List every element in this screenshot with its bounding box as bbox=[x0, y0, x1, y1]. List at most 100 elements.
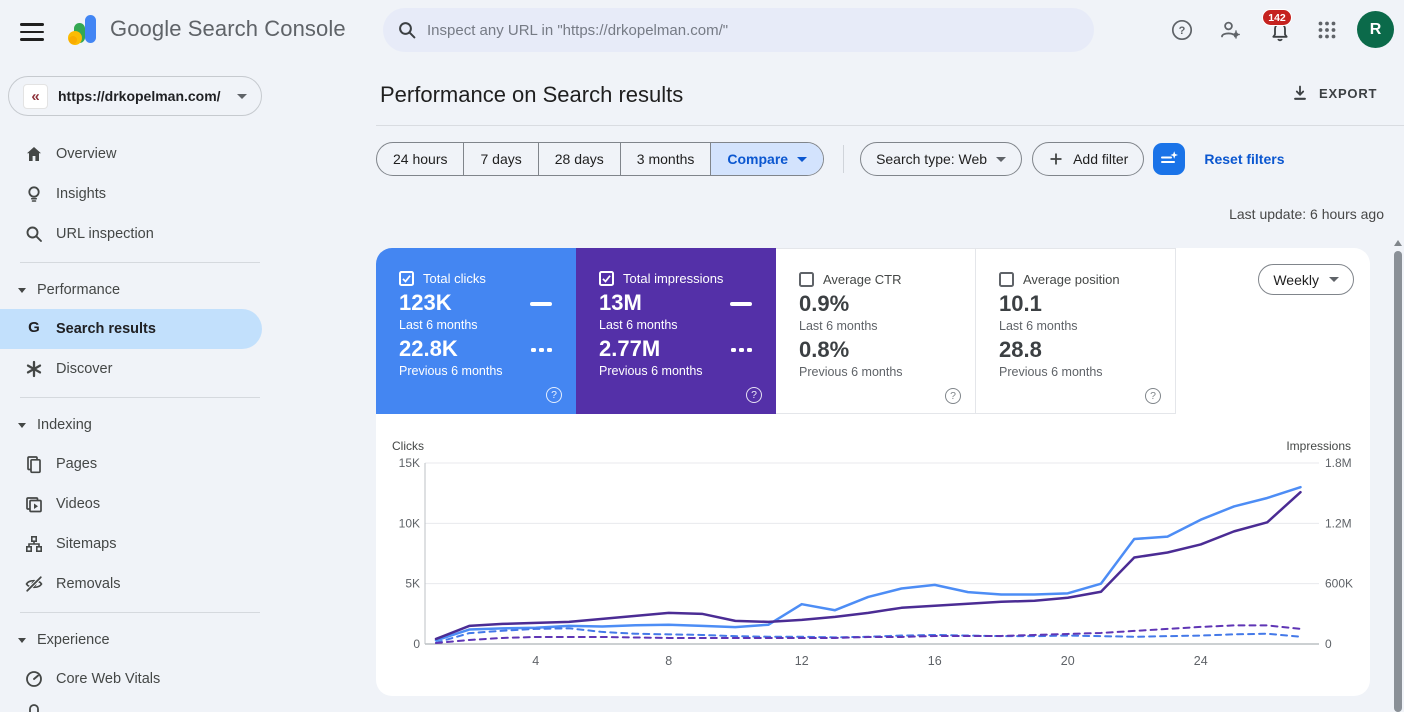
granularity-dropdown[interactable]: Weekly bbox=[1258, 264, 1354, 295]
metric-period: Last 6 months bbox=[599, 318, 678, 332]
scrollbar-thumb[interactable] bbox=[1394, 251, 1402, 712]
metric-label: Total impressions bbox=[623, 271, 724, 286]
total-impressions-checkbox[interactable] bbox=[599, 271, 614, 286]
user-avatar[interactable]: R bbox=[1357, 11, 1394, 48]
help-icon[interactable]: ? bbox=[1145, 388, 1161, 404]
metric-prev-value: 22.8K bbox=[399, 336, 458, 361]
url-inspect-input[interactable] bbox=[427, 21, 1080, 39]
sidebar-item-core-web-vitals[interactable]: Core Web Vitals bbox=[0, 659, 280, 699]
metric-period: Last 6 months bbox=[999, 319, 1078, 333]
average-position-checkbox[interactable] bbox=[999, 272, 1014, 287]
svg-text:20: 20 bbox=[1061, 654, 1075, 668]
total-impressions-card[interactable]: Total impressions 13M Last 6 months 2.77… bbox=[576, 248, 776, 414]
dashed-line-legend bbox=[731, 348, 752, 352]
solid-line-legend bbox=[730, 302, 752, 306]
search-console-logo-icon bbox=[66, 13, 100, 45]
svg-text:24: 24 bbox=[1194, 654, 1208, 668]
metric-prev-period: Previous 6 months bbox=[399, 364, 503, 378]
sidebar-item-overview[interactable]: Overview bbox=[0, 134, 280, 174]
export-label: EXPORT bbox=[1319, 85, 1378, 101]
notifications-button[interactable]: 142 bbox=[1262, 8, 1297, 48]
metric-prev-value: 2.77M bbox=[599, 336, 661, 361]
chevron-down-icon bbox=[18, 637, 26, 643]
chevron-down-icon bbox=[18, 287, 26, 293]
sidebar-item-videos[interactable]: Videos bbox=[0, 484, 280, 524]
sidebar-item-label: Overview bbox=[56, 146, 117, 162]
sidebar-divider bbox=[20, 612, 260, 613]
search-type-filter-chip[interactable]: Search type: Web bbox=[860, 142, 1023, 176]
property-selector[interactable]: « https://drkopelman.com/ bbox=[8, 76, 262, 116]
total-clicks-checkbox[interactable] bbox=[399, 271, 414, 286]
performance-panel: Total clicks 123K Last 6 months 22.8K Pr… bbox=[376, 248, 1370, 696]
hamburger-menu-icon[interactable] bbox=[20, 18, 44, 42]
videos-icon bbox=[24, 494, 44, 514]
url-inspect-searchbar[interactable] bbox=[383, 8, 1094, 52]
magnifier-icon bbox=[24, 224, 44, 244]
date-range-3-months[interactable]: 3 months bbox=[619, 143, 711, 175]
chart-canvas: 0 0 5K 600K 10K 1.2M 15K 1.8M 4 8 12 16 20 24 bbox=[399, 456, 1353, 668]
sidebar-divider bbox=[20, 397, 260, 398]
sidebar-section-performance[interactable]: Performance bbox=[0, 271, 280, 309]
sidebar-item-label: Removals bbox=[56, 576, 121, 592]
metric-period: Last 6 months bbox=[799, 319, 878, 333]
help-button[interactable]: ? bbox=[1168, 16, 1196, 44]
help-icon[interactable]: ? bbox=[746, 387, 762, 403]
sidebar-item-label: Insights bbox=[56, 186, 106, 202]
property-favicon: « bbox=[23, 83, 48, 109]
svg-text:0: 0 bbox=[1325, 637, 1332, 651]
metric-value: 0.9% bbox=[799, 291, 850, 316]
notification-count-badge: 142 bbox=[1262, 9, 1292, 26]
sidebar-section-indexing[interactable]: Indexing bbox=[0, 406, 280, 444]
sidebar-section-experience[interactable]: Experience bbox=[0, 621, 280, 659]
date-range-7-days[interactable]: 7 days bbox=[463, 143, 537, 175]
svg-text:4: 4 bbox=[532, 654, 539, 668]
svg-text:10K: 10K bbox=[399, 516, 420, 530]
sidebar-item-pages[interactable]: Pages bbox=[0, 444, 280, 484]
metric-prev-period: Previous 6 months bbox=[599, 364, 703, 378]
page-title: Performance on Search results bbox=[380, 82, 684, 107]
divider bbox=[843, 145, 845, 173]
sidebar-item-sitemaps[interactable]: Sitemaps bbox=[0, 524, 280, 564]
date-range-24-hours[interactable]: 24 hours bbox=[377, 143, 463, 175]
date-range-compare[interactable]: Compare bbox=[710, 143, 824, 175]
help-icon[interactable]: ? bbox=[945, 388, 961, 404]
svg-text:1.8M: 1.8M bbox=[1325, 456, 1352, 470]
date-range-28-days[interactable]: 28 days bbox=[537, 143, 620, 175]
average-ctr-checkbox[interactable] bbox=[799, 272, 814, 287]
sidebar-item-removals[interactable]: Removals bbox=[0, 564, 280, 604]
sidebar-item-insights[interactable]: Insights bbox=[0, 174, 280, 214]
help-icon[interactable]: ? bbox=[546, 387, 562, 403]
right-axis-title: Impressions bbox=[1286, 439, 1351, 453]
discover-asterisk-icon bbox=[24, 359, 44, 379]
divider bbox=[376, 125, 1404, 126]
add-filter-chip[interactable]: Add filter bbox=[1032, 142, 1145, 176]
sidebar-item-search-results[interactable]: G Search results bbox=[0, 309, 262, 349]
sidebar-item-partial[interactable] bbox=[0, 699, 280, 712]
lightbulb-icon bbox=[24, 184, 44, 204]
scroll-up-arrow-icon[interactable] bbox=[1394, 240, 1402, 246]
date-range-segmented-control: 24 hours 7 days 28 days 3 months Compare bbox=[376, 142, 825, 176]
speedometer-icon bbox=[24, 669, 44, 689]
google-apps-grid-icon[interactable] bbox=[1313, 16, 1341, 44]
sidebar-section-label: Experience bbox=[37, 632, 110, 648]
sidebar-item-discover[interactable]: Discover bbox=[0, 349, 280, 389]
eye-off-icon bbox=[24, 574, 44, 594]
tune-sparkle-icon bbox=[1158, 148, 1180, 170]
average-ctr-card[interactable]: Average CTR 0.9% Last 6 months 0.8% Prev… bbox=[776, 248, 976, 414]
app-logo[interactable]: Google Search Console bbox=[66, 13, 346, 45]
property-url: https://drkopelman.com/ bbox=[58, 88, 221, 104]
svg-text:5K: 5K bbox=[405, 577, 420, 591]
account-settings-button[interactable] bbox=[1216, 16, 1244, 44]
sidebar-section-label: Performance bbox=[37, 282, 121, 298]
sidebar-item-label: Pages bbox=[56, 456, 98, 472]
total-clicks-card[interactable]: Total clicks 123K Last 6 months 22.8K Pr… bbox=[376, 248, 576, 414]
filter-toolbar: 24 hours 7 days 28 days 3 months Compare… bbox=[376, 142, 1285, 176]
product-name: Google Search Console bbox=[110, 16, 346, 41]
sidebar-item-url-inspection[interactable]: URL inspection bbox=[0, 214, 280, 254]
average-position-card[interactable]: Average position 10.1 Last 6 months 28.8… bbox=[976, 248, 1176, 414]
customize-filters-button[interactable] bbox=[1153, 143, 1186, 175]
vertical-scrollbar[interactable] bbox=[1392, 238, 1404, 712]
reset-filters-link[interactable]: Reset filters bbox=[1204, 151, 1284, 167]
export-button[interactable]: EXPORT bbox=[1291, 84, 1377, 102]
sidebar-nav: Overview Insights URL inspection Perform… bbox=[0, 134, 280, 712]
